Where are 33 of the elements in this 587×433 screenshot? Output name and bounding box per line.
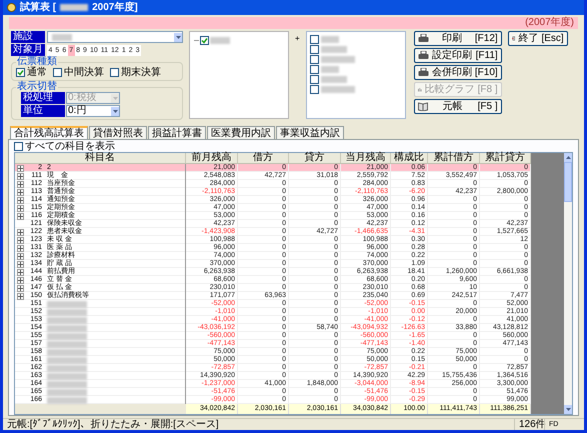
checkbox-label: 通常	[27, 67, 47, 78]
column-header[interactable]: 当月残高	[341, 153, 391, 163]
field-label: 単位	[21, 105, 65, 117]
column-header[interactable]: 累計借方	[428, 153, 480, 163]
tab[interactable]: 損益計算書	[148, 126, 206, 139]
tab[interactable]: 医業費用内訳	[207, 126, 275, 139]
toolbar-button[interactable]: 設定印刷 [F11]	[414, 48, 502, 63]
exit-button[interactable]: 終了 [Esc]	[508, 31, 568, 46]
header-banner: (2007年度)	[9, 17, 578, 29]
window-title: 試算表 [	[20, 2, 56, 14]
checkbox-label: 期末決算	[121, 67, 161, 78]
group-title: 伝票種類	[16, 57, 58, 67]
tab[interactable]: 合計残高試算表	[10, 126, 88, 139]
field-label: 施設	[11, 31, 45, 43]
tab[interactable]: 貸借対照表	[89, 126, 147, 139]
status-hint: 元帳:[ﾀﾞﾌﾞﾙｸﾘｯｸ]、折りたたみ・展開:[スペース]	[6, 419, 220, 430]
checkbox-label: 中間決算	[64, 67, 104, 78]
column-header[interactable]: 借方	[238, 153, 289, 163]
toolbar-button[interactable]: 元帳 [F5 ]	[414, 99, 502, 114]
column-header[interactable]: 前月残高	[186, 153, 238, 163]
tab[interactable]: 事業収益内訳	[276, 126, 344, 139]
toolbar-button[interactable]: 会併印刷 [F10]	[414, 65, 502, 80]
column-header[interactable]: 構成比	[391, 153, 428, 163]
toolbar-button[interactable]: 印刷 [F12]	[414, 31, 502, 46]
field-label: 対象月	[11, 44, 45, 56]
dropdown[interactable]: 0:円	[66, 105, 120, 117]
group-title: 表示切替	[16, 82, 58, 92]
field-label: 税処理	[21, 92, 65, 104]
column-header[interactable]: 貸方	[289, 153, 341, 163]
status-count: 126件	[514, 419, 544, 430]
expand-sign: +	[295, 34, 300, 43]
window-title-year: 2007年度]	[92, 2, 138, 14]
checkbox-label: すべての科目を表示	[25, 140, 115, 152]
